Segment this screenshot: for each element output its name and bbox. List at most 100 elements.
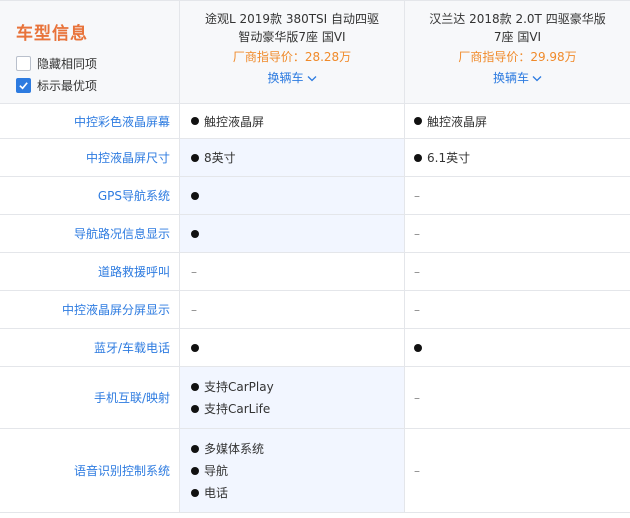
mark-best-label: 标示最优项: [37, 78, 98, 93]
table-header: 车型信息 隐藏相同项 标示最优项 途观L 2019款 380TSI 自动四驱 智…: [0, 1, 630, 104]
standard-dot-icon: [191, 444, 199, 453]
standard-dot-icon: [191, 343, 199, 352]
spec-value-text: 支持CarPlay: [204, 380, 274, 394]
spec-value: –: [191, 299, 404, 321]
spec-value: 支持CarLife: [191, 398, 404, 420]
spec-cell-car-2: –: [405, 253, 630, 290]
standard-dot-icon: [414, 343, 422, 352]
check-icon: [19, 81, 28, 89]
spec-value-text: 导航: [204, 464, 229, 478]
comparison-table: 车型信息 隐藏相同项 标示最优项 途观L 2019款 380TSI 自动四驱 智…: [0, 0, 630, 513]
standard-dot-icon: [191, 191, 199, 200]
spec-value: 触控液晶屏: [414, 110, 630, 132]
spec-value-text: 6.1英寸: [427, 151, 471, 165]
car-2-price: 厂商指导价：29.98万: [458, 50, 577, 64]
not-available-dash: –: [414, 390, 420, 405]
row-label: 手机互联/映射: [0, 367, 180, 428]
not-available-dash: –: [191, 264, 197, 279]
spec-value: [191, 185, 404, 207]
row-label: 语音识别控制系统: [0, 429, 180, 512]
row-label: 导航路况信息显示: [0, 215, 180, 252]
spec-cell-car-1: –: [180, 291, 405, 328]
spec-value: –: [414, 387, 630, 409]
spec-value: 触控液晶屏: [191, 110, 404, 132]
spec-value-text: 电话: [204, 486, 229, 500]
mark-best-checkbox[interactable]: [16, 77, 31, 93]
standard-dot-icon: [191, 382, 199, 391]
spec-value: –: [414, 223, 630, 245]
standard-dot-icon: [191, 153, 199, 162]
table-row: 中控液晶屏尺寸 8英寸 6.1英寸: [0, 139, 630, 177]
spec-value: –: [414, 261, 630, 283]
table-row: 中控液晶屏分屏显示 – –: [0, 291, 630, 329]
spec-cell-car-1: –: [180, 253, 405, 290]
mark-best-option[interactable]: 标示最优项: [16, 74, 179, 96]
spec-value: –: [414, 299, 630, 321]
row-label: 中控液晶屏尺寸: [0, 139, 180, 176]
table-row: 语音识别控制系统 多媒体系统 导航 电话 –: [0, 429, 630, 513]
car-1-price: 厂商指导价：28.28万: [232, 50, 352, 64]
not-available-dash: –: [414, 264, 420, 279]
spec-value: [414, 337, 630, 359]
standard-dot-icon: [191, 404, 199, 413]
spec-cell-car-2: –: [405, 177, 630, 214]
standard-dot-icon: [414, 153, 422, 162]
table-body: 中控彩色液晶屏幕 触控液晶屏 触控液晶屏 中控液晶屏尺寸 8英寸 6.1英寸 GPS导航系统…: [0, 104, 630, 513]
spec-value-text: 多媒体系统: [204, 442, 265, 456]
spec-cell-car-1: [180, 329, 405, 366]
spec-value: –: [414, 185, 630, 207]
car-1-swap-link[interactable]: 换辆车: [267, 69, 316, 87]
car-2-name-line2: 7座 国VI: [493, 30, 542, 44]
spec-cell-car-2: 6.1英寸: [405, 139, 630, 176]
spec-cell-car-1: 触控液晶屏: [180, 104, 405, 138]
car-column-2: 汉兰达 2018款 2.0T 四驱豪华版 7座 国VI 厂商指导价：29.98万…: [405, 1, 630, 103]
row-label: 中控彩色液晶屏幕: [0, 104, 180, 138]
car-2-swap-link[interactable]: 换辆车: [493, 69, 542, 87]
spec-cell-car-2: –: [405, 291, 630, 328]
not-available-dash: –: [414, 302, 420, 317]
spec-value-text: 触控液晶屏: [427, 114, 488, 129]
row-label: 道路救援呼叫: [0, 253, 180, 290]
not-available-dash: –: [414, 188, 420, 203]
spec-value: [191, 223, 404, 245]
header-label-cell: 车型信息 隐藏相同项 标示最优项: [0, 1, 180, 103]
not-available-dash: –: [414, 463, 420, 478]
spec-cell-car-1: 多媒体系统 导航 电话: [180, 429, 405, 512]
spec-value: 多媒体系统: [191, 438, 404, 460]
car-1-name-line1: 途观L 2019款 380TSI 自动四驱: [204, 12, 380, 26]
section-title: 车型信息: [16, 24, 88, 44]
car-1-swap-label: 换辆车: [267, 71, 304, 85]
spec-value: 6.1英寸: [414, 147, 630, 169]
row-label: 蓝牙/车载电话: [0, 329, 180, 366]
chevron-down-icon: [532, 75, 542, 81]
chevron-down-icon: [307, 75, 316, 81]
table-row: 中控彩色液晶屏幕 触控液晶屏 触控液晶屏: [0, 104, 630, 139]
table-row: 导航路况信息显示 –: [0, 215, 630, 253]
spec-cell-car-1: 8英寸: [180, 139, 405, 176]
spec-value: 8英寸: [191, 147, 404, 169]
not-available-dash: –: [414, 226, 420, 241]
hide-same-option[interactable]: 隐藏相同项: [16, 52, 179, 74]
hide-same-checkbox[interactable]: [16, 55, 31, 71]
hide-same-label: 隐藏相同项: [37, 56, 98, 71]
spec-value: 支持CarPlay: [191, 376, 404, 398]
standard-dot-icon: [191, 117, 199, 125]
spec-value-text: 支持CarLife: [204, 402, 271, 416]
standard-dot-icon: [414, 117, 422, 125]
spec-value: –: [191, 261, 404, 283]
standard-dot-icon: [191, 488, 199, 497]
spec-value-text: 触控液晶屏: [204, 114, 265, 129]
table-row: 手机互联/映射 支持CarPlay 支持CarLife –: [0, 367, 630, 429]
spec-value: –: [414, 460, 630, 482]
spec-value: 导航: [191, 460, 404, 482]
table-row: 道路救援呼叫 – –: [0, 253, 630, 291]
spec-value: 电话: [191, 482, 404, 504]
car-column-1: 途观L 2019款 380TSI 自动四驱 智动豪华版7座 国VI 厂商指导价：…: [180, 1, 405, 103]
spec-cell-car-2: –: [405, 367, 630, 428]
car-2-name-line1: 汉兰达 2018款 2.0T 四驱豪华版: [429, 12, 606, 26]
spec-value: [191, 337, 404, 359]
spec-cell-car-1: [180, 215, 405, 252]
spec-cell-car-2: [405, 329, 630, 366]
standard-dot-icon: [191, 466, 199, 475]
row-label: 中控液晶屏分屏显示: [0, 291, 180, 328]
